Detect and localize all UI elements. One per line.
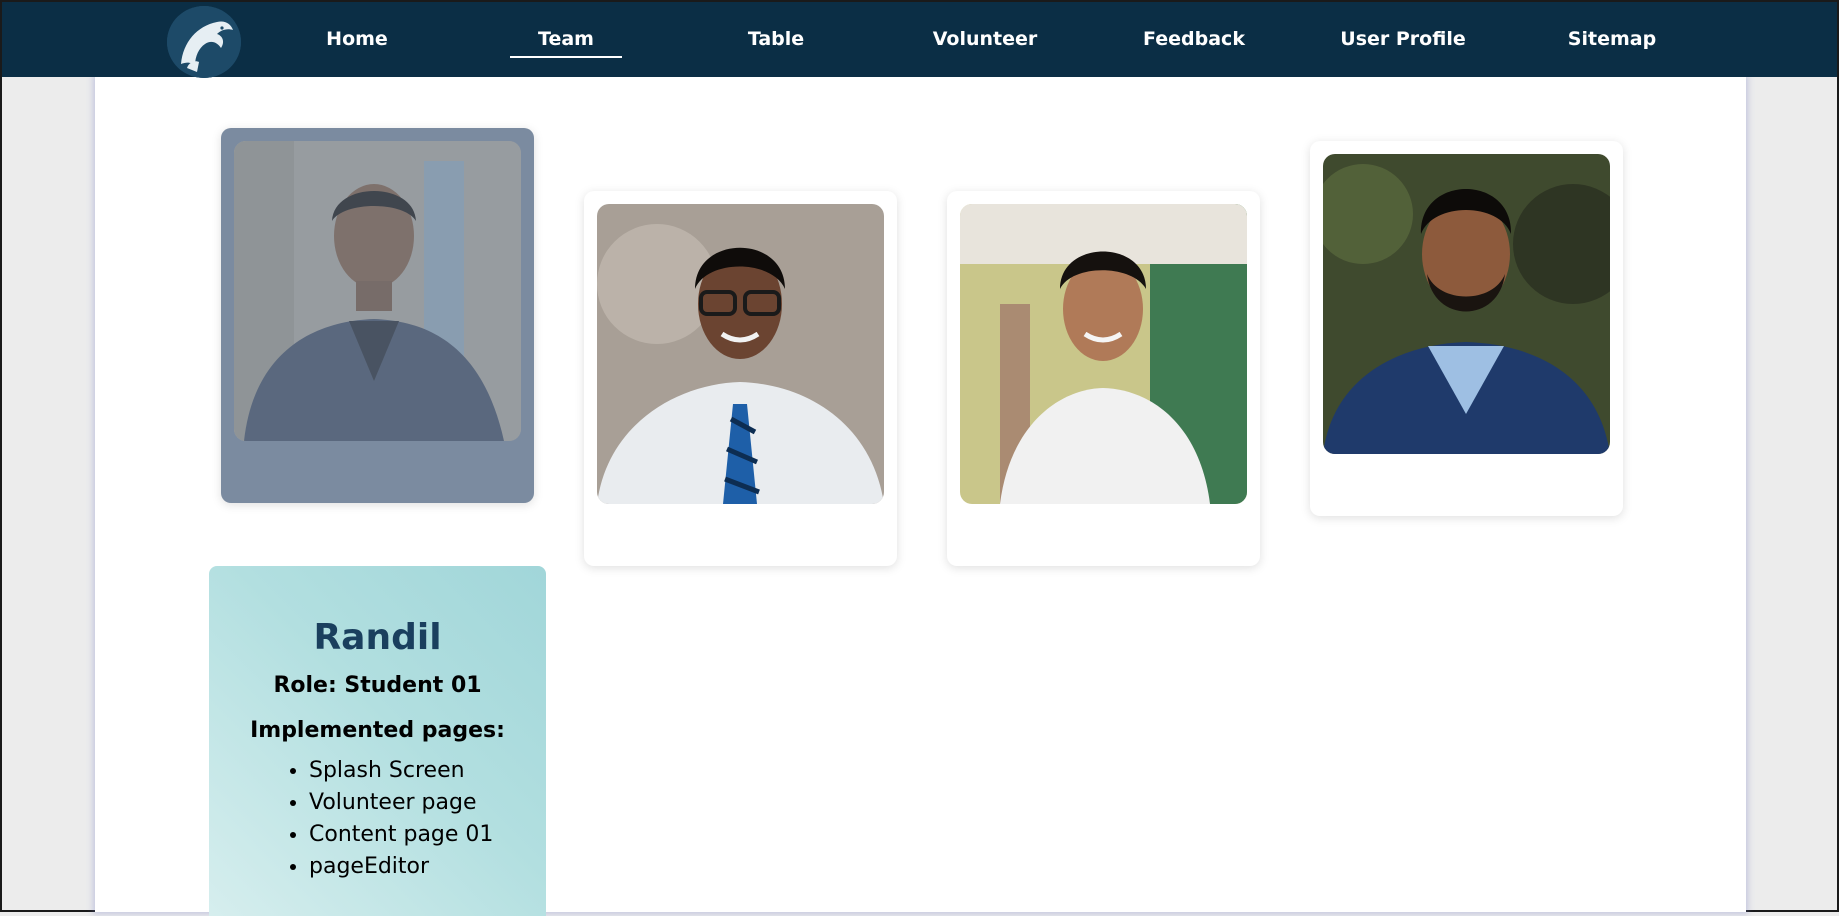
nav-sitemap[interactable]: Sitemap [1568, 28, 1656, 50]
member-photo-4 [1323, 154, 1610, 454]
implemented-pages-heading: Implemented pages: [250, 718, 505, 743]
nav-feedback[interactable]: Feedback [1143, 28, 1245, 50]
member-photo-2 [597, 204, 884, 504]
nav-team[interactable]: Team [538, 28, 594, 50]
member-card-1[interactable] [221, 128, 534, 503]
member-card-4[interactable] [1310, 141, 1623, 516]
dolphin-logo-icon[interactable] [167, 6, 241, 78]
navbar: Home Team Table Volunteer Feedback User … [2, 2, 1837, 78]
member-role: Role: Student 01 [273, 673, 482, 698]
member-photo-3 [960, 204, 1247, 504]
list-item: Content page 01 [309, 819, 546, 851]
list-item: Volunteer page [309, 787, 546, 819]
active-tab-underline [510, 56, 622, 58]
list-item: Splash Screen [309, 755, 546, 787]
member-photo-1 [234, 141, 521, 441]
member-card-2[interactable] [584, 191, 897, 566]
nav-volunteer[interactable]: Volunteer [933, 28, 1038, 50]
member-card-3[interactable] [947, 191, 1260, 566]
nav-user-profile[interactable]: User Profile [1340, 28, 1465, 50]
implemented-pages-list: Splash Screen Volunteer page Content pag… [209, 755, 546, 883]
list-item: pageEditor [309, 851, 546, 883]
member-name: Randil [313, 617, 442, 658]
nav-home[interactable]: Home [326, 28, 388, 50]
nav-table[interactable]: Table [748, 28, 804, 50]
member-info-panel: Randil Role: Student 01 Implemented page… [209, 566, 546, 916]
